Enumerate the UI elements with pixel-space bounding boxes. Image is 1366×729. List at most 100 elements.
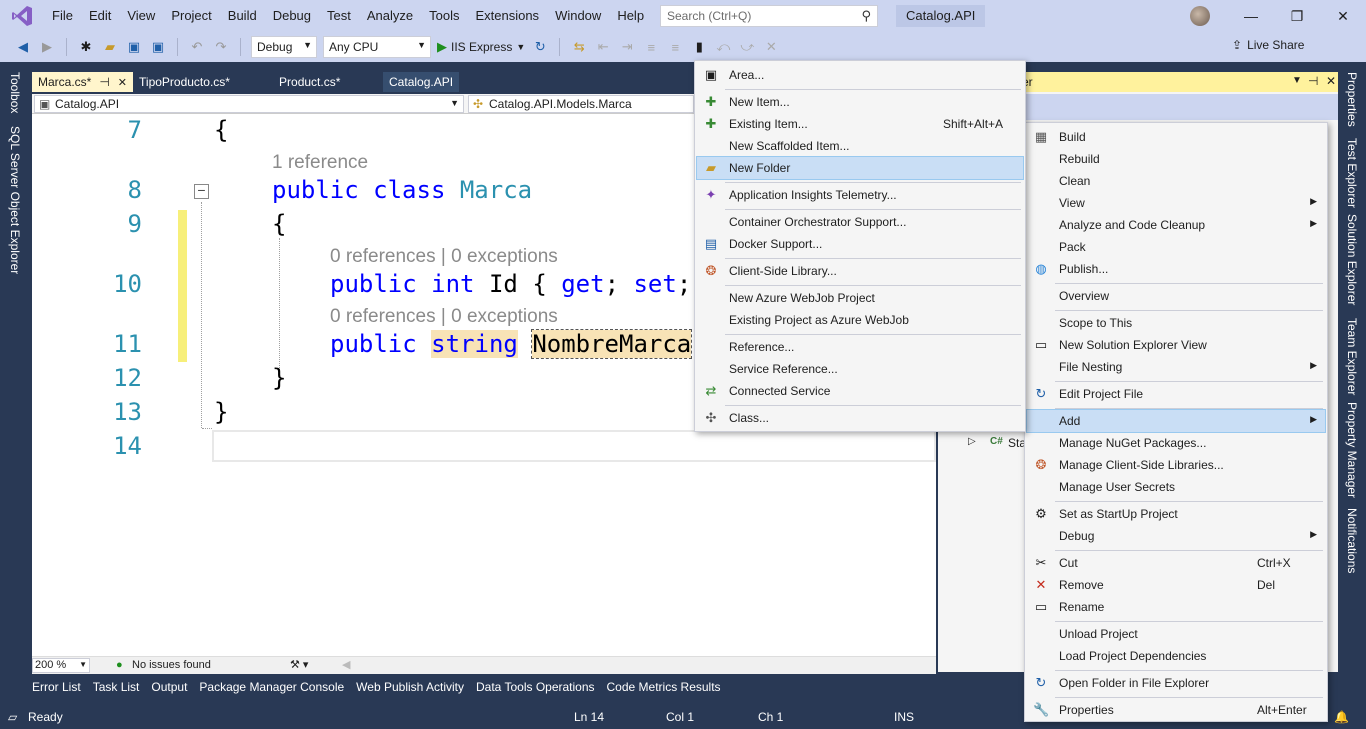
- dropdown-icon[interactable]: ▼: [1292, 75, 1302, 86]
- sql-server-object-explorer-tab[interactable]: SQL Server Object Explorer: [8, 126, 22, 274]
- menu-item-clean[interactable]: Clean: [1027, 170, 1325, 192]
- undo-icon[interactable]: ↶: [188, 38, 206, 56]
- close-icon[interactable]: ✕: [118, 76, 127, 89]
- menu-item-build[interactable]: ▦ Build: [1027, 126, 1325, 148]
- menu-item-new-azure-webjob[interactable]: New Azure WebJob Project: [697, 287, 1023, 309]
- brush-icon[interactable]: ⚒ ▾: [290, 658, 308, 671]
- property-manager-tab[interactable]: Property Manager: [1345, 402, 1359, 498]
- type-dropdown[interactable]: ✣ Catalog.API.Models.Marca: [468, 95, 694, 113]
- menu-item-new-item[interactable]: ✚ New Item...: [697, 91, 1023, 113]
- menu-help[interactable]: Help: [609, 0, 652, 32]
- project-dropdown[interactable]: ▣ Catalog.API ▼: [34, 95, 464, 113]
- menu-item-connected-service[interactable]: ⇄ Connected Service: [697, 380, 1023, 402]
- menu-item-set-startup[interactable]: ⚙ Set as StartUp Project: [1027, 503, 1325, 525]
- menu-extensions[interactable]: Extensions: [467, 0, 547, 32]
- menu-item-file-nesting[interactable]: File Nesting ▶: [1027, 356, 1325, 378]
- search-input[interactable]: Search (Ctrl+Q) ⚲: [660, 5, 878, 27]
- menu-item-add[interactable]: Add ▶: [1026, 409, 1326, 433]
- menu-item-manage-user-secrets[interactable]: Manage User Secrets: [1027, 476, 1325, 498]
- menu-item-view[interactable]: View ▶: [1027, 192, 1325, 214]
- test-explorer-tab[interactable]: Test Explorer: [1345, 138, 1359, 208]
- notifications-tab[interactable]: Notifications: [1345, 508, 1359, 573]
- zoom-select[interactable]: 200 % ▼: [32, 658, 90, 673]
- menu-item-open-folder[interactable]: ↻ Open Folder in File Explorer: [1027, 672, 1325, 694]
- tab-catalog-api[interactable]: Catalog.API: [383, 72, 460, 92]
- menu-item-load-project-dependencies[interactable]: Load Project Dependencies: [1027, 645, 1325, 667]
- menu-item-rebuild[interactable]: Rebuild: [1027, 148, 1325, 170]
- menu-item-new-folder[interactable]: ▰ New Folder: [696, 156, 1024, 180]
- browser-link-icon[interactable]: ⇆: [570, 38, 588, 56]
- menu-project[interactable]: Project: [163, 0, 219, 32]
- tab-product-cs[interactable]: Product.cs*: [273, 72, 383, 92]
- bookmark-icon[interactable]: ▮: [690, 38, 708, 56]
- minimize-icon[interactable]: —: [1228, 0, 1274, 32]
- tab-data-tools-operations[interactable]: Data Tools Operations: [470, 678, 601, 698]
- tab-marca-cs[interactable]: Marca.cs* ⊣ ✕: [32, 72, 134, 92]
- menu-item-client-side-library[interactable]: ❂ Client-Side Library...: [697, 260, 1023, 282]
- codelens-references[interactable]: 1 reference: [272, 152, 368, 174]
- tab-tipoproducto-cs[interactable]: TipoProducto.cs*: [133, 72, 273, 92]
- run-button[interactable]: ▶ IIS Express ▼: [437, 39, 525, 55]
- codelens-references[interactable]: 0 references | 0 exceptions: [330, 306, 558, 328]
- solution-explorer-tab[interactable]: Solution Explorer: [1345, 214, 1359, 305]
- save-icon[interactable]: ▣: [125, 38, 143, 56]
- menu-item-existing-item[interactable]: ✚ Existing Item... Shift+Alt+A: [697, 113, 1023, 135]
- toolbox-tab[interactable]: Toolbox: [8, 72, 22, 113]
- menu-analyze[interactable]: Analyze: [359, 0, 421, 32]
- comment-icon[interactable]: ≡: [642, 38, 660, 56]
- tab-error-list[interactable]: Error List: [26, 678, 87, 698]
- avatar[interactable]: [1190, 6, 1210, 26]
- restore-icon[interactable]: ❐: [1274, 0, 1320, 32]
- menu-item-properties[interactable]: 🔧 Properties Alt+Enter: [1027, 699, 1325, 721]
- menu-test[interactable]: Test: [319, 0, 359, 32]
- menu-item-edit-project-file[interactable]: ↻ Edit Project File: [1027, 383, 1325, 405]
- menu-item-publish[interactable]: ◍ Publish...: [1027, 258, 1325, 280]
- menu-item-new-solution-explorer-view[interactable]: ▭ New Solution Explorer View: [1027, 334, 1325, 356]
- menu-item-analyze[interactable]: Analyze and Code Cleanup ▶: [1027, 214, 1325, 236]
- codelens-references[interactable]: 0 references | 0 exceptions: [330, 246, 558, 268]
- close-icon[interactable]: ✕: [1326, 74, 1336, 88]
- menu-item-docker-support[interactable]: ▤ Docker Support...: [697, 233, 1023, 255]
- menu-view[interactable]: View: [119, 0, 163, 32]
- menu-item-app-insights[interactable]: ✦ Application Insights Telemetry...: [697, 184, 1023, 206]
- prev-bookmark-icon[interactable]: ⤺: [714, 38, 732, 56]
- forward-icon[interactable]: ▶: [38, 38, 56, 56]
- issues-status[interactable]: No issues found: [132, 659, 211, 671]
- indent-icon[interactable]: ⇤: [594, 38, 612, 56]
- redo-icon[interactable]: ↷: [212, 38, 230, 56]
- next-bookmark-icon[interactable]: ⤻: [738, 38, 756, 56]
- menu-debug[interactable]: Debug: [265, 0, 319, 32]
- scroll-left-icon[interactable]: ◀: [342, 658, 350, 671]
- pin-icon[interactable]: ⊣: [99, 75, 109, 89]
- menu-item-scope-to-this[interactable]: Scope to This: [1027, 312, 1325, 334]
- tab-web-publish-activity[interactable]: Web Publish Activity: [350, 678, 470, 698]
- menu-edit[interactable]: Edit: [81, 0, 119, 32]
- tab-package-manager-console[interactable]: Package Manager Console: [193, 678, 350, 698]
- configuration-select[interactable]: Debug ▼: [251, 36, 317, 58]
- menu-item-reference[interactable]: Reference...: [697, 336, 1023, 358]
- menu-item-service-reference[interactable]: Service Reference...: [697, 358, 1023, 380]
- menu-window[interactable]: Window: [547, 0, 609, 32]
- menu-file[interactable]: File: [44, 0, 81, 32]
- menu-item-existing-azure-webjob[interactable]: Existing Project as Azure WebJob: [697, 309, 1023, 331]
- menu-item-unload-project[interactable]: Unload Project: [1027, 623, 1325, 645]
- menu-item-overview[interactable]: Overview: [1027, 285, 1325, 307]
- live-share-button[interactable]: ⇪ Live Share: [1232, 38, 1304, 52]
- tab-output[interactable]: Output: [145, 678, 193, 698]
- menu-item-manage-nuget[interactable]: Manage NuGet Packages...: [1027, 432, 1325, 454]
- tab-code-metrics-results[interactable]: Code Metrics Results: [601, 678, 727, 698]
- tab-task-list[interactable]: Task List: [87, 678, 146, 698]
- clear-bookmarks-icon[interactable]: ✕: [762, 38, 780, 56]
- menu-tools[interactable]: Tools: [421, 0, 467, 32]
- save-all-icon[interactable]: ▣: [149, 38, 167, 56]
- new-project-icon[interactable]: ✱: [77, 38, 95, 56]
- pin-icon[interactable]: ⊣: [1308, 74, 1318, 88]
- menu-item-remove[interactable]: ✕ Remove Del: [1027, 574, 1325, 596]
- uncomment-icon[interactable]: ≡: [666, 38, 684, 56]
- menu-item-area[interactable]: ▣ Area...: [697, 64, 1023, 86]
- refresh-icon[interactable]: ↻: [531, 38, 549, 56]
- collapse-toggle[interactable]: −: [194, 183, 209, 199]
- menu-item-manage-client-side-libraries[interactable]: ❂ Manage Client-Side Libraries...: [1027, 454, 1325, 476]
- platform-select[interactable]: Any CPU ▼: [323, 36, 431, 58]
- menu-build[interactable]: Build: [220, 0, 265, 32]
